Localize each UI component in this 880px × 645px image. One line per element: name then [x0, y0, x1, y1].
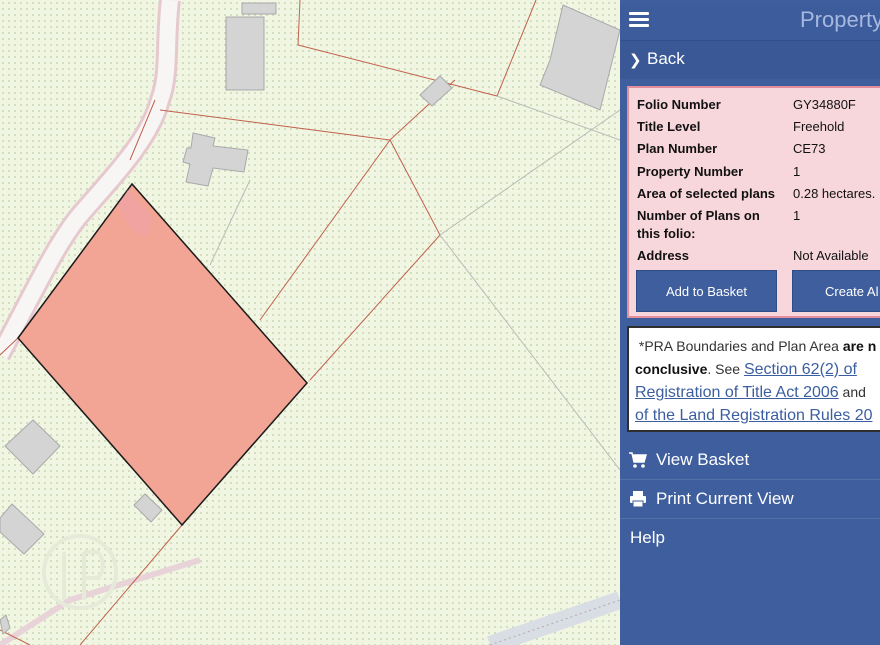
section-62-link[interactable]: Section 62(2) of: [744, 361, 857, 378]
disclaimer-text: and: [838, 384, 866, 400]
disclaimer-line-4: of the Land Registration Rules 20: [635, 404, 880, 427]
disclaimer-bold: are n: [842, 338, 877, 354]
info-label: Area of selected plans: [637, 186, 775, 201]
info-value: Freehold: [793, 119, 845, 134]
info-value: 0.28 hectares.: [793, 186, 876, 201]
printer-icon: [630, 491, 646, 508]
property-info-box: Folio Number GY34880F Title Level Freeho…: [627, 86, 880, 318]
back-button[interactable]: ❯ Back: [620, 41, 880, 79]
disclaimer-line-1: *PRA Boundaries and Plan Area are n: [635, 335, 880, 358]
info-label: Number of Plans on this folio:: [637, 208, 760, 241]
info-value: Not Available: [793, 248, 869, 263]
view-basket-label: View Basket: [656, 450, 750, 469]
disclaimer-line-3: Registration of Title Act 2006 and: [635, 381, 880, 404]
help-label: Help: [630, 528, 665, 547]
map-view[interactable]: [0, 0, 620, 645]
info-label: Plan Number: [637, 141, 718, 156]
create-alert-button[interactable]: Create Al: [792, 270, 880, 312]
info-label: Property Number: [637, 164, 744, 179]
info-label: Folio Number: [637, 97, 721, 112]
info-value: 1: [793, 208, 801, 223]
property-panel: Property ❯ Back Folio Number GY34880F Ti…: [620, 0, 880, 645]
disclaimer-text: . See: [707, 361, 744, 377]
info-label: Title Level: [637, 119, 701, 134]
info-label: Address: [637, 248, 690, 263]
view-basket-button[interactable]: View Basket: [620, 441, 880, 480]
disclaimer-box: *PRA Boundaries and Plan Area are n conc…: [627, 326, 880, 432]
chevron-right-icon: ❯: [629, 52, 642, 69]
hamburger-menu-icon[interactable]: [629, 12, 649, 28]
info-value: 1: [793, 164, 801, 179]
print-current-view-button[interactable]: Print Current View: [620, 480, 880, 519]
info-value: CE73: [793, 141, 826, 156]
shopping-cart-icon: [629, 452, 647, 468]
help-button[interactable]: Help: [620, 519, 880, 557]
map-canvas[interactable]: [0, 0, 620, 645]
registration-act-link[interactable]: Registration of Title Act 2006: [635, 384, 839, 401]
print-current-view-label: Print Current View: [656, 489, 794, 508]
panel-header: Property: [620, 4, 880, 41]
back-label: Back: [647, 49, 685, 68]
disclaimer-text: *PRA Boundaries and Plan Area: [638, 338, 843, 354]
add-to-basket-button[interactable]: Add to Basket: [636, 270, 777, 312]
info-value: GY34880F: [793, 97, 856, 112]
disclaimer-line-2: conclusive. See Section 62(2) of: [635, 358, 880, 381]
land-registration-rules-link[interactable]: of the Land Registration Rules 20: [635, 407, 872, 424]
panel-title: Property: [800, 7, 880, 32]
disclaimer-bold: conclusive: [635, 361, 708, 377]
